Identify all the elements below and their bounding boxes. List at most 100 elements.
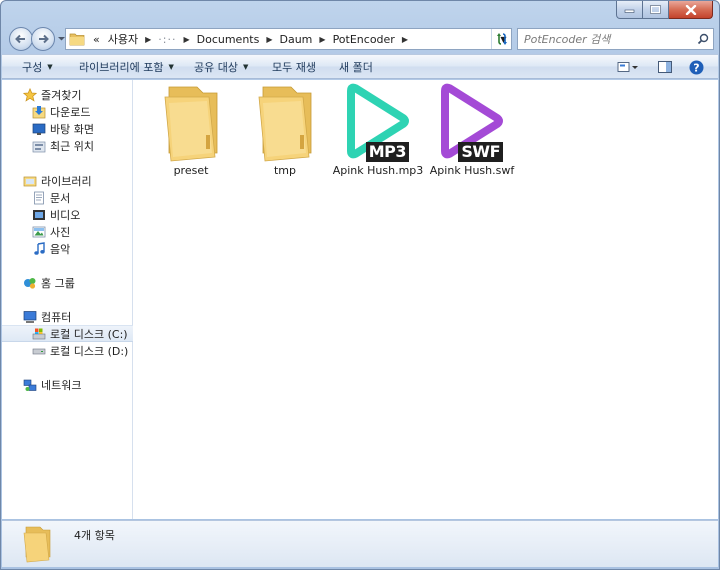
- nav-network[interactable]: 네트워크: [2, 376, 133, 393]
- folder-icon: [154, 82, 228, 164]
- downloads-icon: [31, 104, 47, 120]
- folder-icon: [23, 526, 51, 563]
- caret-down-icon: ▼: [47, 63, 53, 71]
- view-icon: [617, 62, 638, 72]
- file-item-preset[interactable]: preset: [151, 82, 231, 177]
- nav-pictures[interactable]: 사진: [2, 223, 133, 240]
- nav-label: 음악: [50, 242, 71, 256]
- computer-icon: [22, 309, 38, 325]
- preview-pane-button[interactable]: [654, 58, 676, 76]
- share-with-menu[interactable]: 공유 대상 ▼: [194, 55, 248, 79]
- new-folder-button[interactable]: 새 폴더: [339, 55, 373, 79]
- include-in-library-menu[interactable]: 라이브러리에 포함 ▼: [79, 55, 174, 79]
- nav-computer[interactable]: 컴퓨터: [2, 308, 133, 325]
- close-button[interactable]: [669, 1, 713, 19]
- minimize-icon: [624, 9, 635, 13]
- nav-label: 다운로드: [50, 105, 91, 119]
- nav-recent-places[interactable]: 최근 위치: [2, 137, 133, 154]
- network-icon: [22, 377, 38, 393]
- file-name: preset: [173, 164, 209, 177]
- breadcrumb-users[interactable]: 사용자 ▶: [104, 29, 155, 49]
- minimize-button[interactable]: [616, 1, 643, 19]
- address-bar[interactable]: « 사용자 ▶ ·:·· ▶ Documents ▶ Daum ▶ PotEncoder…: [65, 28, 512, 50]
- file-list[interactable]: preset tmp MP3 Apink Hush.mp3 SWF Apink …: [134, 80, 718, 519]
- file-item-tmp[interactable]: tmp: [245, 82, 325, 177]
- homegroup-icon: [22, 275, 38, 291]
- breadcrumb-label: Documents: [196, 32, 260, 46]
- nav-label: 네트워크: [41, 378, 82, 392]
- videos-icon: [31, 207, 47, 223]
- nav-label: 사진: [50, 225, 71, 239]
- breadcrumb-daum[interactable]: Daum ▶: [276, 29, 329, 49]
- nav-label: 최근 위치: [50, 139, 94, 153]
- star-icon: [22, 87, 38, 103]
- maximize-icon: [650, 5, 661, 14]
- mp3-badge: MP3: [365, 142, 409, 162]
- nav-desktop[interactable]: 바탕 화면: [2, 120, 133, 137]
- search-input[interactable]: [518, 29, 693, 49]
- desktop-icon: [31, 121, 47, 137]
- caret-down-icon: ▼: [242, 63, 249, 71]
- nav-music[interactable]: 음악: [2, 240, 133, 257]
- breadcrumb-overflow[interactable]: «: [89, 29, 104, 49]
- swf-badge: SWF: [458, 142, 503, 162]
- nav-downloads[interactable]: 다운로드: [2, 103, 133, 120]
- search-box[interactable]: [517, 28, 714, 50]
- caret-down-icon: ▼: [168, 63, 174, 71]
- drive-icon: [31, 343, 47, 359]
- file-item-mp3[interactable]: MP3 Apink Hush.mp3: [333, 82, 423, 177]
- nav-label: 컴퓨터: [41, 310, 72, 324]
- nav-label: 비디오: [50, 208, 81, 222]
- navigation-pane[interactable]: 즐겨찾기 다운로드 바탕 화면 최근 위치 라이브러리 문서 비디오 사진 음악…: [2, 80, 133, 519]
- file-item-swf[interactable]: SWF Apink Hush.swf: [429, 82, 515, 177]
- nav-videos[interactable]: 비디오: [2, 206, 133, 223]
- chevron-right-icon[interactable]: ▶: [263, 35, 275, 44]
- nav-drive-d[interactable]: 로컬 디스크 (D:): [2, 342, 133, 359]
- system-drive-icon: [31, 326, 47, 342]
- nav-homegroup[interactable]: 홈 그룹: [2, 274, 133, 291]
- back-arrow-icon: [15, 34, 25, 44]
- breadcrumb-label: 사용자: [107, 33, 139, 46]
- chevron-right-icon[interactable]: ▶: [316, 35, 328, 44]
- breadcrumb-potencoder[interactable]: PotEncoder ▶: [329, 29, 411, 49]
- breadcrumb-label: PotEncoder: [332, 32, 395, 46]
- refresh-button[interactable]: [491, 29, 512, 49]
- organize-menu[interactable]: 구성 ▼: [22, 55, 53, 79]
- command-bar: 구성 ▼ 라이브러리에 포함 ▼ 공유 대상 ▼ 모두 재생 새 폴더 ?: [2, 54, 718, 79]
- maximize-button[interactable]: [643, 1, 669, 19]
- back-button[interactable]: [9, 27, 33, 51]
- breadcrumb: « 사용자 ▶ ·:·· ▶ Documents ▶ Daum ▶ PotEncoder…: [85, 29, 495, 49]
- search-icon[interactable]: [693, 33, 713, 45]
- chevron-right-icon[interactable]: ▶: [142, 35, 154, 44]
- nav-label: 바탕 화면: [50, 122, 94, 136]
- help-icon: ?: [689, 60, 703, 74]
- forward-button[interactable]: [31, 27, 55, 51]
- play-all-button[interactable]: 모두 재생: [272, 55, 316, 79]
- play-icon: SWF: [435, 82, 509, 164]
- pictures-icon: [31, 224, 47, 240]
- nav-drive-c[interactable]: 로컬 디스크 (C:): [2, 325, 133, 342]
- svg-text:?: ?: [693, 61, 699, 74]
- help-button[interactable]: ?: [686, 58, 706, 76]
- file-name: Apink Hush.swf: [429, 164, 515, 177]
- breadcrumb-label: «: [93, 32, 100, 46]
- nav-documents[interactable]: 문서: [2, 189, 133, 206]
- share-label: 공유 대상: [194, 61, 238, 74]
- nav-libraries[interactable]: 라이브러리: [2, 172, 133, 189]
- nav-label: 로컬 디스크 (D:): [50, 344, 129, 358]
- nav-label: 로컬 디스크 (C:): [50, 327, 128, 341]
- folder-icon: [248, 82, 322, 164]
- breadcrumb-username[interactable]: ·:·· ▶: [154, 29, 192, 49]
- chevron-right-icon[interactable]: ▶: [399, 35, 411, 44]
- forward-arrow-icon: [39, 34, 49, 44]
- breadcrumb-label: ·:··: [158, 32, 177, 46]
- explorer-window: « 사용자 ▶ ·:·· ▶ Documents ▶ Daum ▶ PotEncoder…: [0, 0, 720, 570]
- new-folder-label: 새 폴더: [339, 61, 373, 74]
- change-view-button[interactable]: [614, 58, 642, 76]
- chevron-right-icon[interactable]: ▶: [180, 35, 192, 44]
- breadcrumb-documents[interactable]: Documents ▶: [193, 29, 276, 49]
- library-icon: [22, 173, 38, 189]
- nav-favorites[interactable]: 즐겨찾기: [2, 86, 133, 103]
- details-pane: 4개 항목: [2, 520, 718, 567]
- file-name: tmp: [273, 164, 296, 177]
